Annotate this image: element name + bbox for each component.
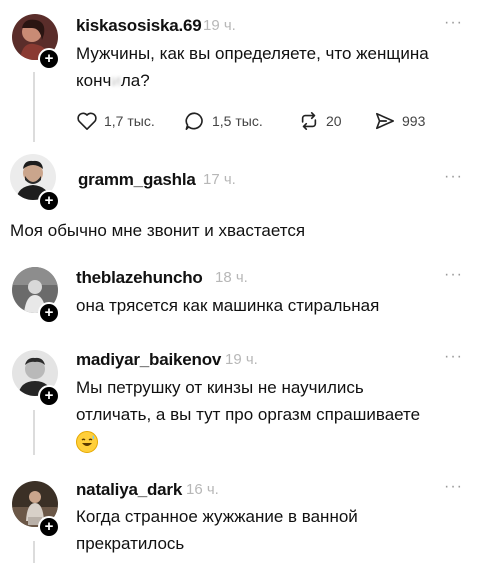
timestamp: 18 ч. bbox=[215, 269, 248, 286]
post-nataliya-dark: + nataliya_dark 16 ч. ··· Когда странное… bbox=[0, 465, 481, 563]
post-text: Мы петрушку от кинзы не научились отлича… bbox=[76, 374, 420, 428]
post-theblazehuncho: + theblazehuncho 18 ч. ··· она трясется … bbox=[0, 250, 481, 330]
repost-count: 20 bbox=[326, 113, 342, 129]
sweat-smile-emoji bbox=[76, 431, 98, 453]
follow-plus-icon[interactable]: + bbox=[38, 516, 60, 538]
more-icon[interactable]: ··· bbox=[444, 266, 463, 284]
post-text: Мужчины, как вы определяете, что женщина… bbox=[76, 40, 429, 94]
comment-button[interactable]: 1,5 тыс. bbox=[184, 110, 284, 132]
post-text-line1: Мы петрушку от кинзы не научились bbox=[76, 378, 364, 397]
timestamp: 19 ч. bbox=[203, 17, 236, 34]
repost-icon bbox=[301, 112, 317, 130]
post-text-line2: кончила? bbox=[76, 67, 429, 94]
username[interactable]: kiskasosiska.69 bbox=[76, 16, 202, 36]
follow-plus-icon[interactable]: + bbox=[38, 385, 60, 407]
post-kiskasosiska: + kiskasosiska.69 19 ч. ··· Мужчины, как… bbox=[0, 0, 481, 150]
timestamp: 17 ч. bbox=[203, 171, 236, 188]
comment-count: 1,5 тыс. bbox=[212, 113, 263, 129]
more-icon[interactable]: ··· bbox=[444, 348, 463, 366]
text-part: конч bbox=[76, 71, 112, 90]
like-button[interactable]: 1,7 тыс. bbox=[76, 110, 176, 132]
more-icon[interactable]: ··· bbox=[444, 478, 463, 496]
thread-line bbox=[33, 541, 35, 563]
share-button[interactable]: 993 bbox=[374, 110, 444, 132]
repost-button[interactable]: 20 bbox=[298, 110, 368, 132]
comment-icon bbox=[185, 112, 203, 130]
username[interactable]: nataliya_dark bbox=[76, 480, 182, 500]
username[interactable]: madiyar_baikenov bbox=[76, 350, 221, 370]
username[interactable]: gramm_gashla bbox=[78, 170, 196, 190]
text-part: ла? bbox=[120, 71, 150, 90]
username[interactable]: theblazehuncho bbox=[76, 268, 203, 288]
post-madiyar-baikenov: + madiyar_baikenov 19 ч. ··· Мы петрушку… bbox=[0, 330, 481, 465]
post-text-line1: Когда странное жужжание в ванной bbox=[76, 507, 358, 526]
more-icon[interactable]: ··· bbox=[444, 14, 463, 32]
share-icon bbox=[376, 112, 394, 130]
follow-plus-icon[interactable]: + bbox=[38, 190, 60, 212]
post-text: Моя обычно мне звонит и хвастается bbox=[10, 221, 306, 240]
thread-line bbox=[33, 410, 35, 455]
censored-letter: и bbox=[111, 71, 121, 90]
follow-plus-icon[interactable]: + bbox=[38, 302, 60, 324]
post-text-line2: прекратилось bbox=[76, 534, 185, 553]
timestamp: 19 ч. bbox=[225, 351, 258, 368]
like-count: 1,7 тыс. bbox=[104, 113, 155, 129]
follow-plus-icon[interactable]: + bbox=[38, 48, 60, 70]
thread-line bbox=[33, 72, 35, 142]
more-icon[interactable]: ··· bbox=[444, 168, 463, 186]
post-text: Когда странное жужжание в ванной прекрат… bbox=[76, 503, 358, 557]
post-text-line2: отличать, а вы тут про оргазм спрашивает… bbox=[76, 405, 421, 424]
post-gramm-gashla: + gramm_gashla 17 ч. ··· Моя обычно мне … bbox=[0, 150, 481, 250]
share-count: 993 bbox=[402, 113, 426, 129]
post-text-line1: Мужчины, как вы определяете, что женщина bbox=[76, 44, 429, 63]
timestamp: 16 ч. bbox=[186, 481, 219, 498]
heart-icon bbox=[77, 112, 97, 130]
post-text: она трясется как машинка стиральная bbox=[76, 296, 380, 315]
